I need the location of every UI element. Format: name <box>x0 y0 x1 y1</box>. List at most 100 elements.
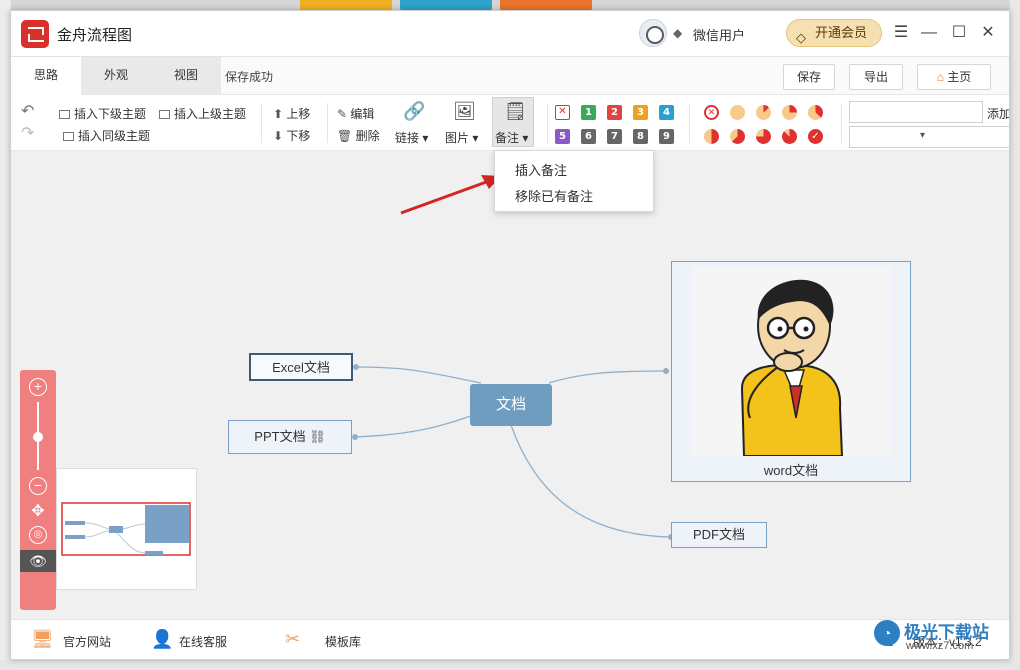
edit-label: 编辑 <box>350 107 375 121</box>
note-label: 备注 <box>495 131 520 145</box>
diamond-icon: ◆ <box>673 26 683 40</box>
headset-icon: 👤 <box>151 629 174 649</box>
note-dropdown-menu: 插入备注 移除已有备注 <box>494 150 654 212</box>
node-root[interactable]: 文档 <box>470 384 552 426</box>
priority-mark[interactable]: 7 <box>607 129 622 144</box>
note-icon: 🗒 <box>504 101 527 121</box>
priority-mark[interactable]: 8 <box>633 129 648 144</box>
note-button[interactable]: 🗒 备注 ▾ <box>492 97 534 147</box>
template-icon: ✂ <box>285 629 301 649</box>
watermark-url: www.xz7.com <box>906 640 974 652</box>
edit-icon: ✎ <box>337 107 348 121</box>
up-arrow-icon: ⬆ <box>273 107 284 121</box>
down-arrow-icon: ⬇ <box>273 129 284 143</box>
priority-mark[interactable]: 2 <box>607 105 622 120</box>
progress-12-icon[interactable] <box>756 105 771 120</box>
progress-25-icon[interactable] <box>782 105 797 120</box>
minimize-icon[interactable]: — <box>917 21 941 45</box>
note-label-wrap: 备注 ▾ <box>495 131 529 145</box>
tab-bar: 思路 外观 视图 保存成功 保存 导出 ⌂ 主页 <box>11 57 1009 95</box>
progress-50-icon[interactable] <box>704 129 719 144</box>
menu-remove-note[interactable]: 移除已有备注 <box>515 186 593 205</box>
priority-mark[interactable]: 5 <box>555 129 570 144</box>
node-word[interactable]: word文档 <box>671 261 911 482</box>
progress-37-icon[interactable] <box>808 105 823 120</box>
redo-icon[interactable]: ↷ <box>21 123 34 143</box>
online-service-link[interactable]: 在线客服 <box>179 633 227 650</box>
chevron-down-icon: ▾ <box>920 130 926 141</box>
pan-icon[interactable]: ✥ <box>28 502 48 522</box>
background-right-strip <box>1010 0 1020 670</box>
close-icon[interactable]: ✕ <box>976 21 1000 45</box>
home-icon: ⌂ <box>936 70 944 84</box>
tag-select[interactable]: ▾ <box>849 126 1009 148</box>
insert-parent-button[interactable]: 插入上级主题 <box>159 105 246 122</box>
title-bar: 金舟流程图 ◆ 微信用户 ◇ 开通会员 ☰ — ☐ ✕ <box>11 11 1009 57</box>
progress-75-icon[interactable] <box>756 129 771 144</box>
node-excel[interactable]: Excel文档 <box>249 353 353 381</box>
move-down-label: 下移 <box>286 129 311 143</box>
progress-done-icon[interactable]: ✓ <box>808 129 823 144</box>
tab-view[interactable]: 视图 <box>151 57 221 95</box>
priority-mark[interactable]: 4 <box>659 105 674 120</box>
move-down-button[interactable]: ⬇ 下移 <box>273 127 310 144</box>
delete-button[interactable]: 🗑 删除 <box>337 127 380 144</box>
priority-mark[interactable]: 3 <box>633 105 648 120</box>
app-logo-icon <box>21 20 49 48</box>
node-ppt-label: PPT文档 <box>254 429 306 444</box>
app-window: 金舟流程图 ◆ 微信用户 ◇ 开通会员 ☰ — ☐ ✕ 思路 外观 视图 保存成… <box>10 10 1010 660</box>
add-tag-button[interactable]: 添加 <box>987 105 1009 122</box>
home-button[interactable]: ⌂ 主页 <box>917 64 991 90</box>
link-button[interactable]: 链接 ▾ <box>395 129 428 146</box>
remove-priority-icon[interactable]: ✕ <box>555 105 570 120</box>
insert-child-button[interactable]: 插入下级主题 <box>59 105 146 122</box>
menu-insert-note[interactable]: 插入备注 <box>515 160 567 179</box>
move-up-label: 上移 <box>286 107 311 121</box>
eye-icon[interactable]: 👁 <box>20 550 56 572</box>
zoom-out-icon[interactable]: − <box>29 477 47 495</box>
save-button[interactable]: 保存 <box>783 64 835 90</box>
home-label: 主页 <box>947 70 972 84</box>
insert-child-label: 插入下级主题 <box>74 107 147 121</box>
node-pdf[interactable]: PDF文档 <box>671 522 767 548</box>
divider <box>841 103 842 143</box>
insert-sibling-button[interactable]: 插入同级主题 <box>63 127 150 144</box>
tag-input[interactable] <box>849 101 983 123</box>
maximize-icon[interactable]: ☐ <box>947 21 971 45</box>
site-watermark: ◔ 极光下载站 www.xz7.com <box>870 618 1010 654</box>
image-icon[interactable]: 🖼 <box>453 101 476 122</box>
footer: 🖥 官方网站 👤 在线客服 ✂ 模板库 ⤓ 版本：v1.3.2 <box>11 619 1009 659</box>
divider <box>689 103 690 143</box>
zoom-in-icon[interactable]: + <box>29 378 47 396</box>
progress-87-icon[interactable] <box>782 129 797 144</box>
export-button[interactable]: 导出 <box>849 64 903 90</box>
official-site-link[interactable]: 官方网站 <box>63 633 111 650</box>
priority-mark[interactable]: 1 <box>581 105 596 120</box>
node-ppt[interactable]: PPT文档 ⛓ <box>228 420 352 454</box>
divider <box>547 103 548 143</box>
menu-icon[interactable]: ☰ <box>889 21 913 45</box>
link-icon[interactable]: 🔗 <box>403 101 425 122</box>
progress-62-icon[interactable] <box>730 129 745 144</box>
progress-0-icon[interactable] <box>730 105 745 120</box>
zoom-panel: + − ✥ ◎ 👁 <box>20 370 56 610</box>
minimap[interactable] <box>56 468 197 590</box>
user-name[interactable]: 微信用户 <box>693 25 745 44</box>
priority-mark[interactable]: 9 <box>659 129 674 144</box>
template-library-link[interactable]: 模板库 <box>325 633 361 650</box>
insert-parent-label: 插入上级主题 <box>174 107 247 121</box>
fit-center-icon[interactable]: ◎ <box>29 526 47 544</box>
save-status: 保存成功 <box>225 70 274 84</box>
user-avatar[interactable] <box>639 19 667 47</box>
tab-appearance[interactable]: 外观 <box>81 57 151 95</box>
divider <box>261 103 262 143</box>
zoom-slider-handle[interactable] <box>33 432 43 442</box>
remove-progress-icon[interactable]: ✕ <box>704 105 719 120</box>
tab-idea[interactable]: 思路 <box>11 57 81 95</box>
image-button[interactable]: 图片 ▾ <box>445 129 478 146</box>
undo-icon[interactable]: ↶ <box>21 101 34 121</box>
edit-button[interactable]: ✎ 编辑 <box>337 105 374 122</box>
move-up-button[interactable]: ⬆ 上移 <box>273 105 310 122</box>
vip-button[interactable]: ◇ 开通会员 <box>786 19 882 47</box>
priority-mark[interactable]: 6 <box>581 129 596 144</box>
